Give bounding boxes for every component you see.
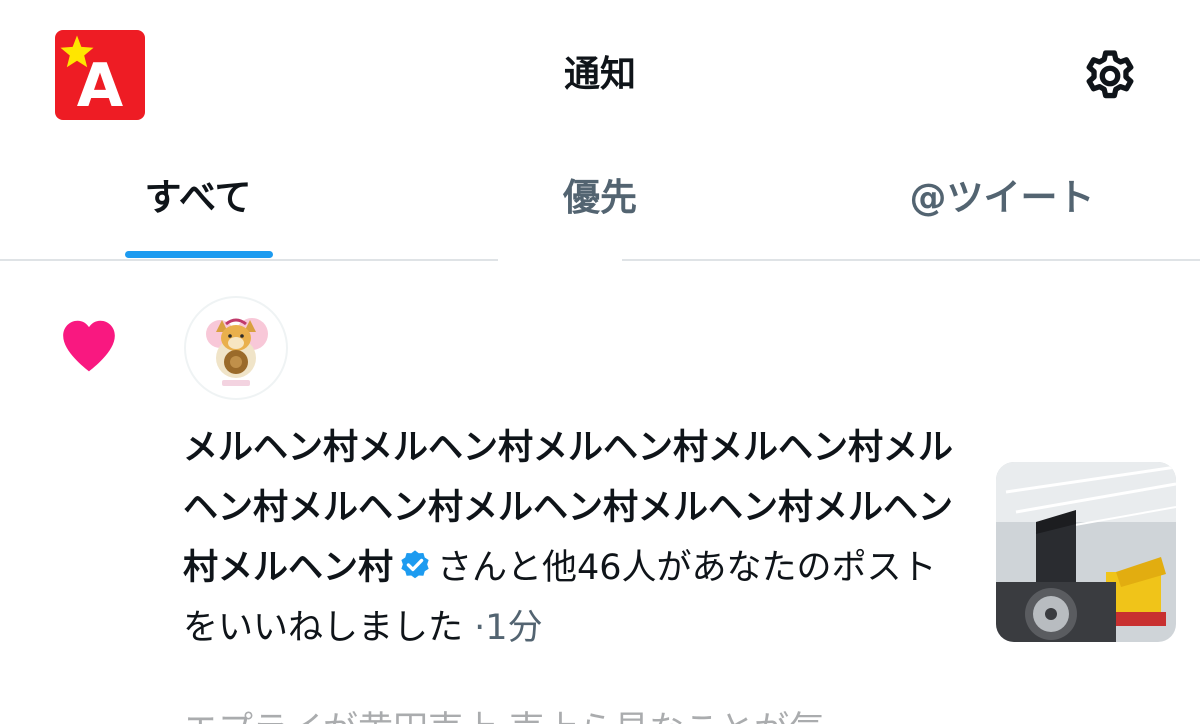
tab-divider	[0, 259, 498, 261]
timestamp: 1分	[485, 608, 543, 648]
settings-button[interactable]	[1078, 44, 1142, 108]
tab-priority-label: 優先	[563, 176, 637, 219]
notification-text: メルヘン村メルヘン村メルヘン村メルヘン村メルヘン村メルヘン村メルヘン村メルヘン村…	[183, 418, 963, 658]
gear-icon	[1086, 50, 1134, 99]
avatar[interactable]	[184, 296, 288, 400]
post-image	[996, 462, 1176, 642]
tab-divider	[622, 259, 1200, 261]
active-tab-indicator	[125, 251, 273, 258]
time-separator: ·	[474, 608, 486, 648]
post-preview-text: エプライが黄円売上 売上ら見なことが気	[183, 700, 963, 724]
notification-item[interactable]: メルヘン村メルヘン村メルヘン村メルヘン村メルヘン村メルヘン村メルヘン村メルヘン村…	[0, 262, 1200, 724]
post-thumbnail[interactable]	[996, 462, 1176, 642]
tab-all-label: すべて	[144, 176, 252, 219]
notification-tabs: すべて 優先 @ツイート	[0, 150, 1200, 262]
tab-mentions[interactable]: @ツイート	[800, 150, 1200, 262]
heart-icon	[63, 320, 115, 372]
top-bar: A 通知	[0, 0, 1200, 150]
tab-priority[interactable]: 優先	[400, 150, 800, 262]
verified-badge-icon	[401, 550, 429, 579]
tab-mentions-label: @ツイート	[909, 176, 1095, 219]
page-title: 通知	[563, 54, 636, 95]
tab-all[interactable]: すべて	[0, 150, 400, 262]
mascot-avatar-image	[206, 318, 268, 386]
